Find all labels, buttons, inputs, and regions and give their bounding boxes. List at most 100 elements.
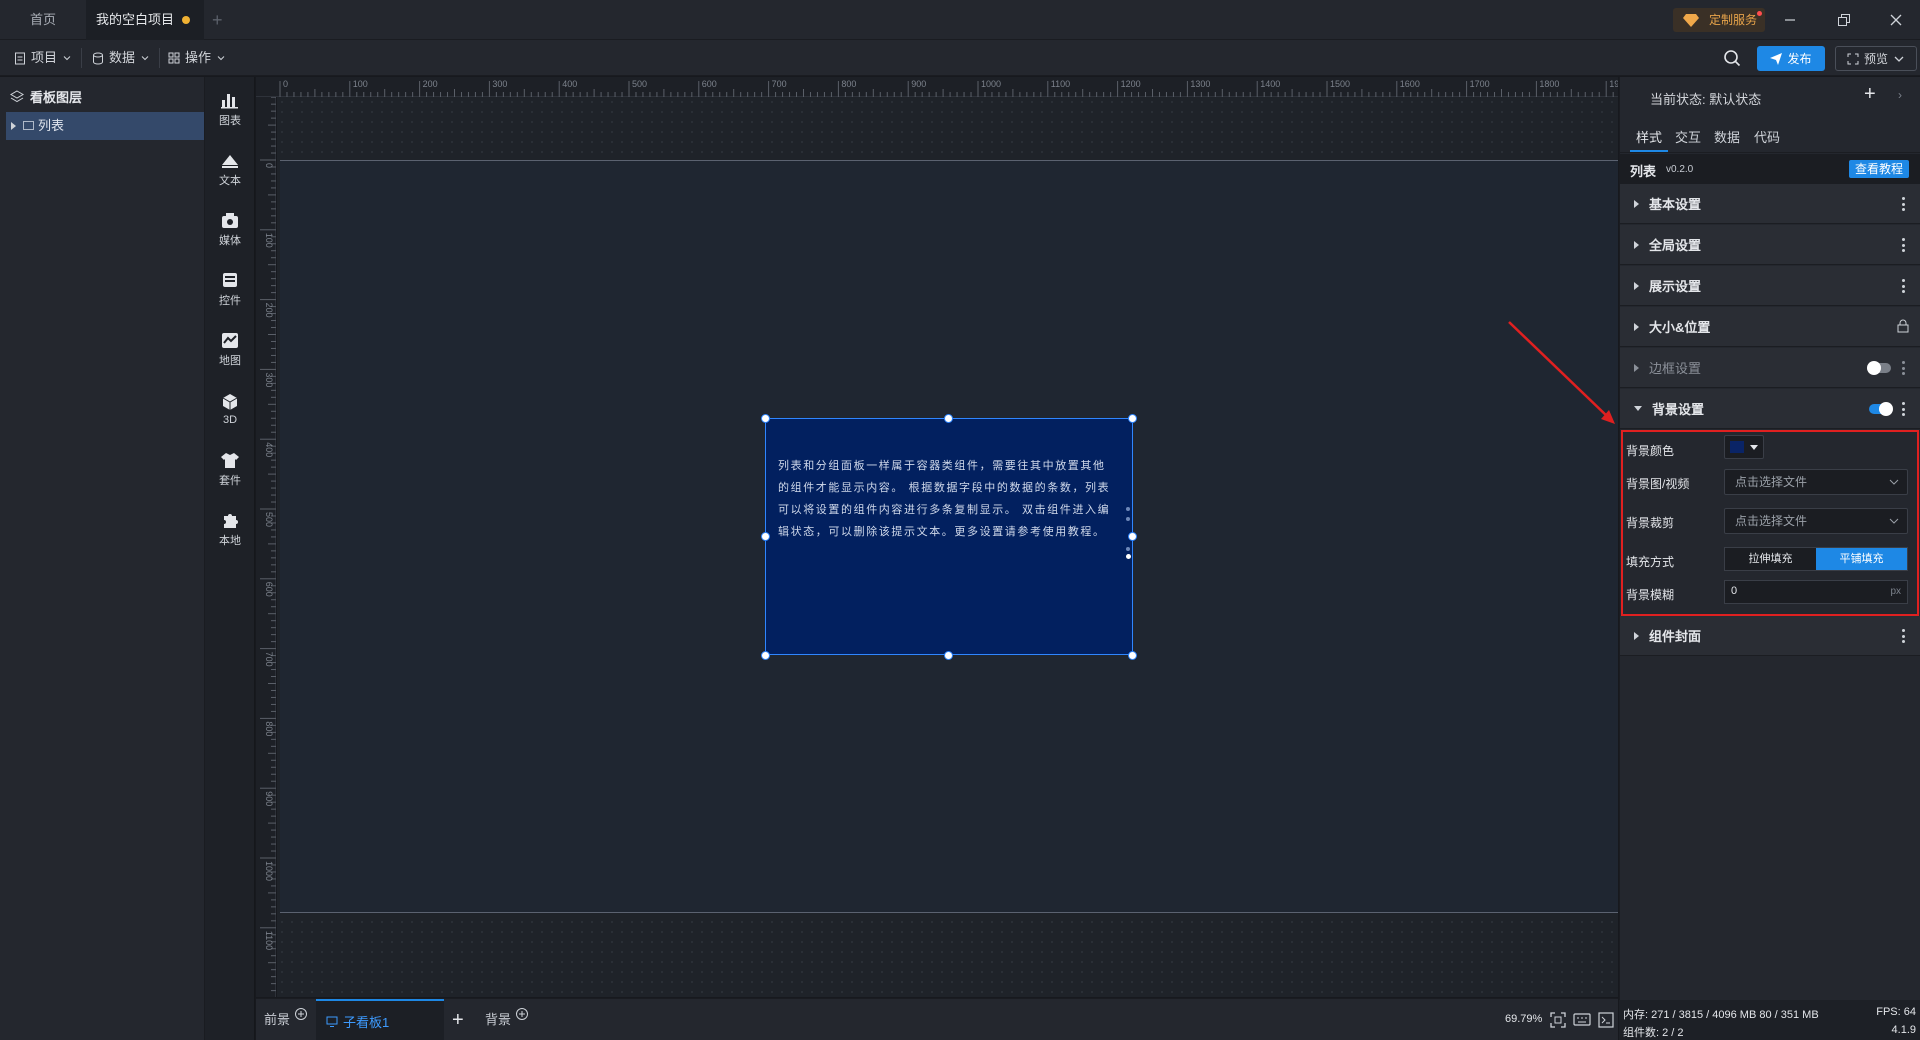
section-size-position[interactable]: 大小&位置 xyxy=(1620,307,1920,347)
tab-project[interactable]: 我的空白项目 xyxy=(86,0,204,40)
drag-dot-icon xyxy=(1126,517,1130,521)
add-circle-icon[interactable] xyxy=(294,1007,308,1021)
divider xyxy=(159,48,160,68)
section-background[interactable]: 背景设置 xyxy=(1620,389,1920,429)
add-state-icon[interactable]: + xyxy=(1864,83,1876,106)
ruler-label: 900 xyxy=(264,791,274,806)
new-tab-icon[interactable]: + xyxy=(212,10,223,31)
resize-handle-e[interactable] xyxy=(1128,532,1137,541)
section-cover[interactable]: 组件封面 xyxy=(1620,616,1920,656)
component-name: 列表 xyxy=(1630,164,1657,179)
tab-background[interactable]: 背景 xyxy=(485,999,529,1040)
database-icon xyxy=(93,52,103,65)
ruler-label: 400 xyxy=(562,79,577,89)
ruler-label: 1600 xyxy=(1400,79,1420,89)
tab-indicator xyxy=(1630,150,1668,152)
custom-service-button[interactable]: 定制服务 xyxy=(1673,8,1766,32)
list-widget-hint-text: 列表和分组面板一样属于容器类组件，需要往其中放置其他的组件才能显示内容。 根据数… xyxy=(778,460,1111,538)
resize-handle-nw[interactable] xyxy=(761,414,770,423)
tab-project-label: 我的空白项目 xyxy=(96,12,175,27)
ruler-label: 800 xyxy=(841,79,856,89)
resize-handle-w[interactable] xyxy=(761,532,770,541)
expand-caret-icon[interactable] xyxy=(11,122,16,130)
more-icon[interactable] xyxy=(1902,361,1905,375)
restore-icon[interactable] xyxy=(1836,12,1852,28)
tab-data[interactable]: 数据 xyxy=(1714,127,1740,146)
caret-right-icon xyxy=(1634,631,1639,640)
tab-code[interactable]: 代码 xyxy=(1754,127,1780,146)
properties-panel: 当前状态: 默认状态 + › 样式 交互 数据 代码 列表 v0.2.0 查看教… xyxy=(1619,77,1920,1000)
close-icon[interactable] xyxy=(1888,12,1904,28)
border-toggle[interactable] xyxy=(1867,361,1891,375)
publish-button[interactable]: 发布 xyxy=(1757,46,1825,71)
chevron-right-icon[interactable]: › xyxy=(1898,88,1902,102)
component-text[interactable]: 文本 xyxy=(205,141,255,197)
fit-screen-icon[interactable] xyxy=(1550,1012,1566,1028)
menu-data[interactable]: 数据 xyxy=(92,40,150,76)
component-bar: 图表 文本 媒体 控件 地图 3D 套件 本地 xyxy=(205,77,255,1040)
map-icon xyxy=(222,332,238,348)
ruler-label: 100 xyxy=(353,79,368,89)
component-local[interactable]: 本地 xyxy=(205,501,255,557)
resize-handle-ne[interactable] xyxy=(1128,414,1137,423)
ruler-label: 600 xyxy=(264,582,274,597)
search-icon[interactable] xyxy=(1723,49,1741,67)
tab-home[interactable]: 首页 xyxy=(0,0,86,40)
tab-style[interactable]: 样式 xyxy=(1636,127,1662,146)
current-state: 当前状态: 默认状态 xyxy=(1650,92,1762,107)
component-control-label: 控件 xyxy=(219,294,241,307)
section-size-position-label: 大小&位置 xyxy=(1649,320,1711,335)
component-local-label: 本地 xyxy=(219,534,241,547)
resize-handle-s[interactable] xyxy=(944,651,953,660)
component-kit-label: 套件 xyxy=(219,474,241,487)
component-media-label: 媒体 xyxy=(219,234,241,247)
add-board-icon[interactable]: + xyxy=(452,1010,464,1030)
drag-dot-icon xyxy=(1126,554,1131,559)
more-icon[interactable] xyxy=(1902,238,1905,252)
add-circle-icon[interactable] xyxy=(515,1007,529,1021)
tutorial-button[interactable]: 查看教程 xyxy=(1849,160,1910,178)
ruler-vertical: 0 100 200 300 400 500 600 700 800 900 1000 1100 xyxy=(256,97,276,997)
ruler-label: 1900 xyxy=(1609,79,1618,89)
section-global[interactable]: 全局设置 xyxy=(1620,225,1920,265)
layer-item-label: 列表 xyxy=(38,118,65,133)
tab-foreground-label: 前景 xyxy=(264,1012,291,1027)
zoom-level[interactable]: 69.79% xyxy=(1505,1013,1542,1025)
menu-operation[interactable]: 操作 xyxy=(168,40,226,76)
component-chart[interactable]: 图表 xyxy=(205,81,255,137)
custom-service-label: 定制服务 xyxy=(1709,13,1758,27)
component-control[interactable]: 控件 xyxy=(205,261,255,317)
component-3d[interactable]: 3D xyxy=(205,381,255,437)
list-widget[interactable]: 列表和分组面板一样属于容器类组件，需要往其中放置其他的组件才能显示内容。 根据数… xyxy=(765,418,1133,655)
more-icon[interactable] xyxy=(1902,279,1905,293)
resize-handle-sw[interactable] xyxy=(761,651,770,660)
more-icon[interactable] xyxy=(1902,629,1905,643)
layers-header: 看板图层 xyxy=(10,87,82,106)
menu-project[interactable]: 项目 xyxy=(14,40,72,76)
layer-item-list[interactable]: 列表 xyxy=(6,112,204,140)
more-icon[interactable] xyxy=(1902,197,1905,211)
tab-sub-board[interactable]: 子看板1 xyxy=(316,999,444,1040)
component-media[interactable]: 媒体 xyxy=(205,201,255,257)
section-global-label: 全局设置 xyxy=(1649,238,1702,253)
background-toggle[interactable] xyxy=(1869,402,1893,416)
minimize-icon[interactable] xyxy=(1782,12,1798,28)
section-display[interactable]: 展示设置 xyxy=(1620,266,1920,306)
preview-button[interactable]: 预览 xyxy=(1835,46,1917,71)
tab-foreground[interactable]: 前景 xyxy=(264,999,308,1040)
tab-interaction[interactable]: 交互 xyxy=(1675,127,1701,146)
ruler-label: 1200 xyxy=(1121,79,1141,89)
keyboard-icon[interactable] xyxy=(1573,1013,1591,1027)
component-kit[interactable]: 套件 xyxy=(205,441,255,497)
resize-handle-n[interactable] xyxy=(944,414,953,423)
resize-handle-se[interactable] xyxy=(1128,651,1137,660)
ruler-vertical-ticks: 0 100 200 300 400 500 600 700 800 900 1000 1100 xyxy=(260,97,276,992)
terminal-icon[interactable] xyxy=(1598,1012,1614,1028)
section-basic[interactable]: 基本设置 xyxy=(1620,184,1920,224)
ruler-label: 1000 xyxy=(264,861,274,881)
lock-icon[interactable] xyxy=(1897,319,1909,333)
component-map[interactable]: 地图 xyxy=(205,321,255,377)
section-border[interactable]: 边框设置 xyxy=(1620,348,1920,388)
file-icon xyxy=(15,52,25,64)
more-icon[interactable] xyxy=(1902,402,1905,416)
